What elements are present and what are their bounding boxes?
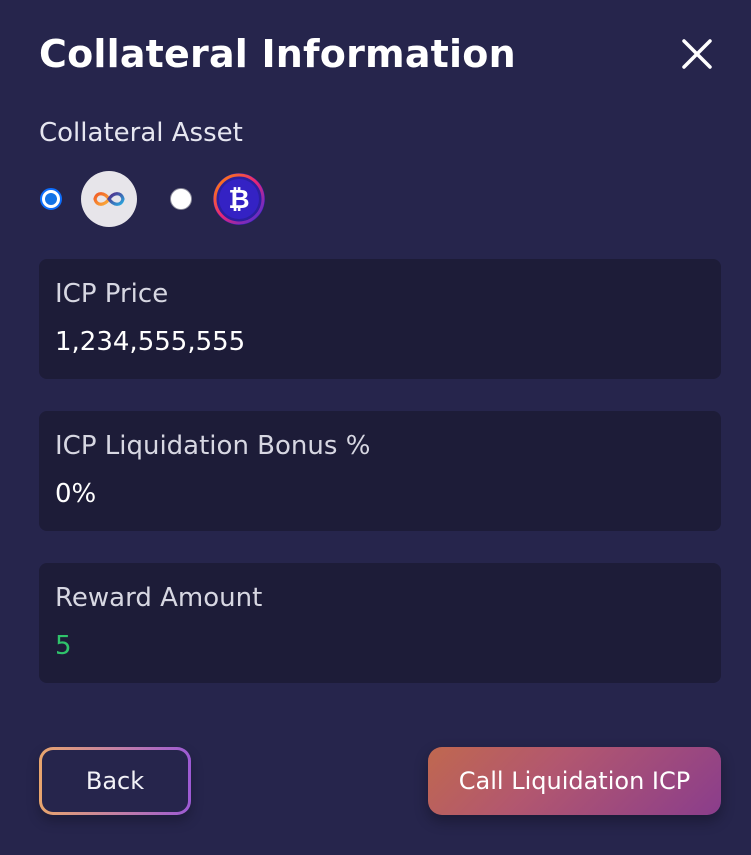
icp-price-value: 1,234,555,555 [55,327,246,357]
icp-price-label: ICP Price [55,279,169,309]
bitcoin-logo-icon[interactable]: ₿ [211,171,267,227]
radio-icp[interactable] [40,188,62,210]
svg-text:₿: ₿ [228,185,249,215]
collateral-asset-selector: ₿ [39,171,339,227]
collateral-asset-label: Collateral Asset [39,118,243,148]
collateral-information-modal: Collateral Information Collateral Asset [0,0,751,855]
liquidation-bonus-card: ICP Liquidation Bonus % 0% [39,411,721,531]
close-icon [682,39,712,69]
liquidation-bonus-label: ICP Liquidation Bonus % [55,431,371,461]
modal-title: Collateral Information [39,32,516,76]
liquidation-bonus-value: 0% [55,479,97,509]
close-button[interactable] [679,36,715,72]
reward-amount-card: Reward Amount 5 [39,563,721,683]
radio-btc[interactable] [170,188,192,210]
call-liquidation-button[interactable]: Call Liquidation ICP [428,747,721,815]
back-button[interactable]: Back [39,747,191,815]
reward-amount-label: Reward Amount [55,583,263,613]
reward-amount-value: 5 [55,631,72,661]
icp-price-card: ICP Price 1,234,555,555 [39,259,721,379]
back-button-label: Back [42,750,188,812]
icp-logo-icon[interactable] [81,171,137,227]
